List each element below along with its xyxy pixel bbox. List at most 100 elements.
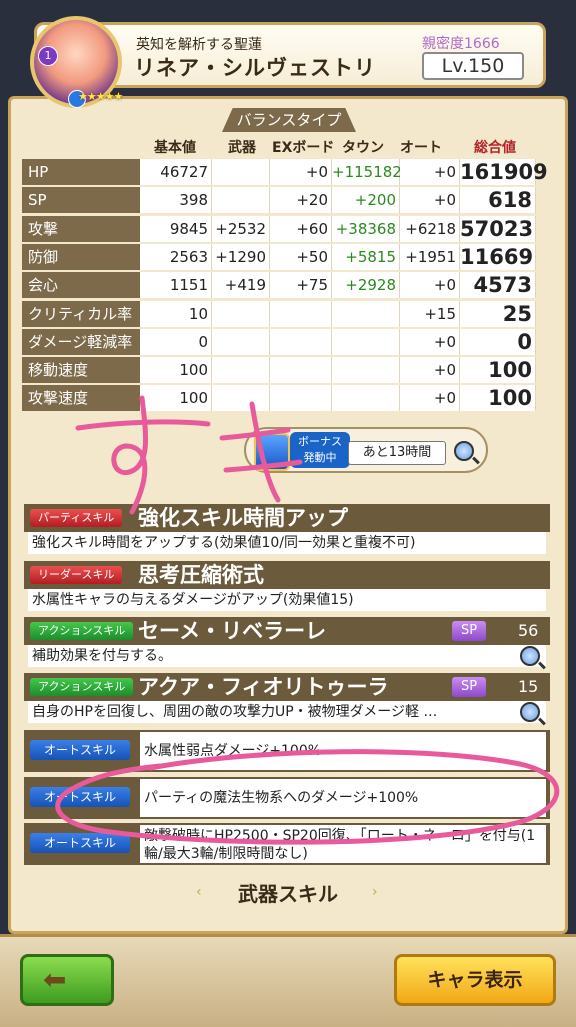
balance-type-label: バランスタイプ [222, 108, 356, 132]
stat-cell-weapon [212, 187, 270, 214]
skill-desc: 補助効果を付与する。 [28, 645, 546, 667]
auto-skill-tag: オートスキル [30, 787, 130, 807]
stat-cell-auto: +1951 [400, 243, 460, 270]
stat-cell-weapon: +419 [212, 272, 270, 299]
stat-label: 攻撃 [22, 215, 140, 242]
stat-cell-town [332, 385, 400, 412]
stat-cell-base: 1151 [140, 272, 212, 299]
skill-name: 強化スキル時間アップ [138, 506, 348, 530]
stat-cell-base: 100 [140, 357, 212, 384]
stat-cell-ex: +50 [270, 243, 332, 270]
sp-badge: SP [452, 621, 486, 641]
level-box: Lv.150 [422, 52, 524, 80]
stat-cell-ex [270, 328, 332, 355]
weapon-skill-heading[interactable]: 武器スキル [0, 878, 576, 907]
stat-label: ダメージ軽減率 [22, 328, 140, 355]
col-total: 総合値 [474, 140, 516, 156]
col-weapon: 武器 [228, 140, 256, 156]
stat-row: SP 398 +20 +200 +0 618 [22, 187, 536, 214]
stat-cell-base: 46727 [140, 159, 212, 185]
sp-badge: SP [452, 677, 486, 697]
stat-cell-base: 0 [140, 328, 212, 355]
stat-cell-weapon [212, 328, 270, 355]
stat-label: HP [22, 159, 140, 185]
col-base: 基本値 [154, 140, 196, 156]
stat-cell-auto: +0 [400, 357, 460, 384]
rarity-badge: 1 [38, 46, 58, 66]
col-town: タウン [342, 140, 384, 156]
skill-name: アクア・フィオリトゥーラ [138, 675, 389, 699]
auto-skill-tag: オートスキル [30, 740, 130, 760]
stat-cell-auto: +0 [400, 328, 460, 355]
stat-cell-base: 10 [140, 300, 212, 327]
stat-cell-weapon: +1290 [212, 243, 270, 270]
stat-cell-total: 618 [460, 187, 536, 214]
stat-row: クリティカル率 10 +15 25 [22, 300, 536, 327]
auto-skill-text: 敵撃破時にHP2500・SP20回復、「ロート・ネーロ」を付与(1輪/最大3輪/… [140, 825, 546, 863]
bonus-chest-icon [254, 433, 290, 471]
stat-cell-town: +38368 [332, 215, 400, 242]
col-exboard: EXボード [272, 140, 335, 156]
auto-skill-1[interactable]: オートスキル 水属性弱点ダメージ+100% [24, 730, 550, 772]
bonus-active-label: ボーナス 発動中 [290, 432, 350, 468]
stat-cell-weapon [212, 159, 270, 185]
stat-cell-weapon [212, 357, 270, 384]
show-character-button[interactable]: キャラ表示 [394, 954, 556, 1006]
stat-cell-auto: +15 [400, 300, 460, 327]
stat-row: 会心 1151 +419 +75 +2928 +0 4573 [22, 272, 536, 299]
auto-skill-text: パーティの魔法生物系へのダメージ+100% [140, 779, 546, 817]
stat-cell-auto: +6218 [400, 215, 460, 242]
status-screen: 1 ★★★★★ 英知を解析する聖蓮 リネア・シルヴェストリ 親密度1666 Lv… [0, 0, 576, 1027]
stat-cell-total: 0 [460, 328, 536, 355]
stat-cell-total: 100 [460, 357, 536, 384]
sp-cost: 56 [518, 621, 539, 640]
stat-cell-ex: +0 [270, 159, 332, 185]
stat-cell-town: +2928 [332, 272, 400, 299]
stat-label: クリティカル率 [22, 300, 140, 327]
back-button[interactable]: ⬅ [20, 954, 114, 1006]
auto-skill-3[interactable]: オートスキル 敵撃破時にHP2500・SP20回復、「ロート・ネーロ」を付与(1… [24, 823, 550, 865]
stat-cell-town [332, 357, 400, 384]
stat-label: 移動速度 [22, 357, 140, 384]
stat-cell-town: +200 [332, 187, 400, 214]
auto-skill-2[interactable]: オートスキル パーティの魔法生物系へのダメージ+100% [24, 777, 550, 819]
magnify-icon[interactable] [520, 646, 540, 666]
stat-cell-total: 57023 [460, 215, 536, 242]
stat-cell-auto: +0 [400, 187, 460, 214]
skill-tag: アクションスキル [30, 622, 134, 640]
stat-label: 防御 [22, 243, 140, 270]
skill-desc: 強化スキル時間をアップする(効果値10/同一効果と重複不可) [28, 532, 546, 554]
character-avatar[interactable]: 1 ★★★★★ [30, 16, 123, 108]
stat-cell-base: 100 [140, 385, 212, 412]
magnify-icon[interactable] [520, 702, 540, 722]
stat-label: 会心 [22, 272, 140, 299]
magnify-icon[interactable] [454, 441, 474, 461]
stat-cell-total: 100 [460, 385, 536, 412]
star-rating: ★★★★★ [78, 90, 123, 103]
character-name: リネア・シルヴェストリ [134, 56, 376, 80]
stat-cell-town [332, 328, 400, 355]
stat-cell-ex: +20 [270, 187, 332, 214]
skill-tag: アクションスキル [30, 678, 134, 696]
stat-cell-base: 398 [140, 187, 212, 214]
stat-cell-base: 9845 [140, 215, 212, 242]
stat-cell-ex [270, 357, 332, 384]
stat-cell-town: +5815 [332, 243, 400, 270]
skill-tag: リーダースキル [30, 566, 123, 584]
stat-label: SP [22, 187, 140, 214]
intimacy-value: 親密度1666 [422, 36, 500, 52]
stat-row: 攻撃速度 100 +0 100 [22, 385, 536, 412]
stat-cell-ex [270, 385, 332, 412]
stat-cell-ex: +75 [270, 272, 332, 299]
skill-name: セーメ・リベラーレ [138, 619, 327, 643]
stat-cell-ex: +60 [270, 215, 332, 242]
stat-cell-weapon [212, 300, 270, 327]
stat-cell-total: 25 [460, 300, 536, 327]
bonus-remaining-time: あと13時間 [348, 441, 446, 465]
stat-cell-auto: +0 [400, 159, 460, 185]
stat-row: 防御 2563 +1290 +50 +5815 +1951 11669 [22, 243, 536, 270]
character-title: 英知を解析する聖蓮 [136, 37, 262, 53]
stat-cell-auto: +0 [400, 385, 460, 412]
arrow-left-icon: ⬅ [43, 963, 67, 996]
stat-cell-base: 2563 [140, 243, 212, 270]
